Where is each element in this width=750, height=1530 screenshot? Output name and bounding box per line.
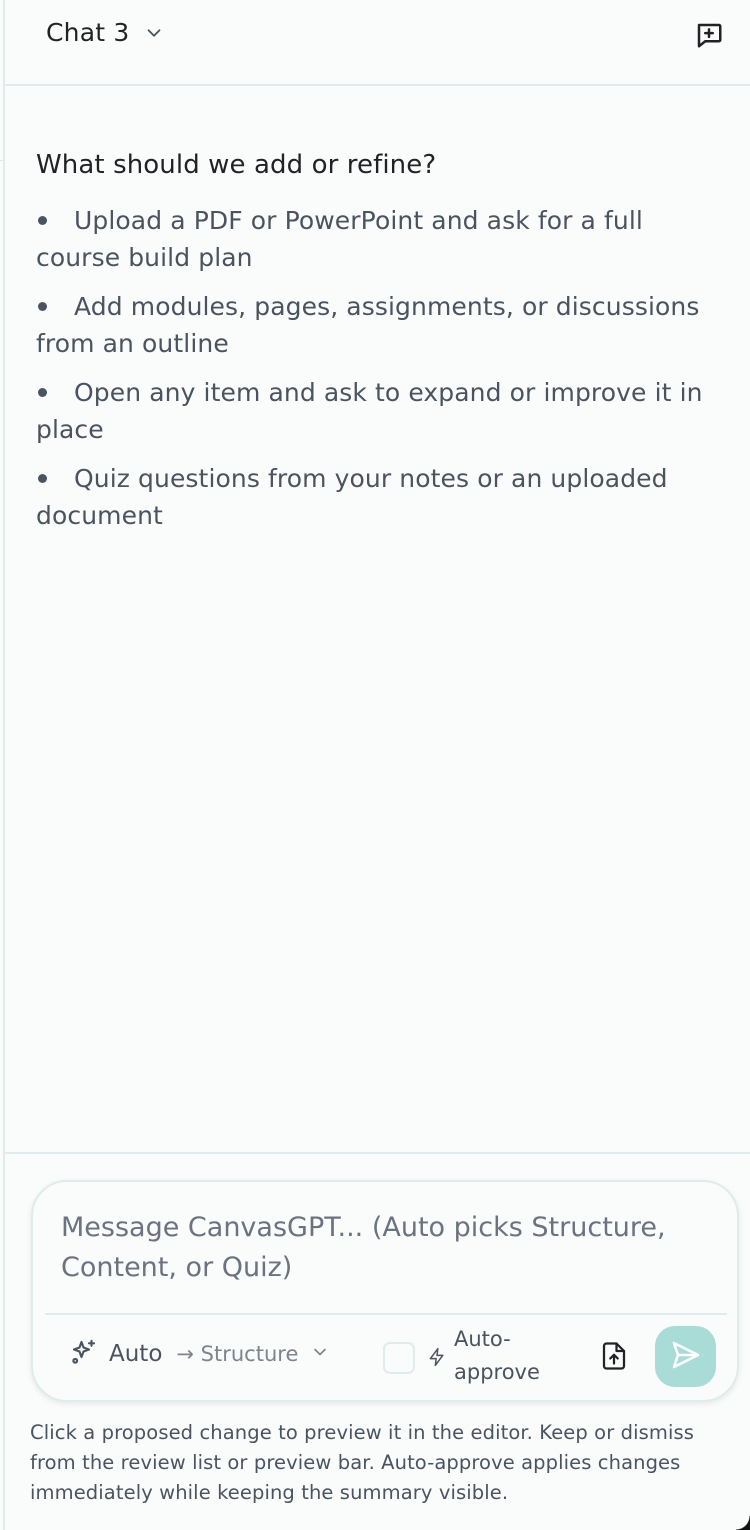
empty-state: What should we add or refine? Upload a P… <box>36 150 726 546</box>
suggestion-text: Open any item and ask to expand or impro… <box>36 378 703 444</box>
mode-selector[interactable]: Auto → Structure <box>69 1337 330 1371</box>
bullet <box>38 215 47 225</box>
bullet <box>38 387 47 397</box>
composer-zone: Auto → Structure Auto-approve <box>5 1152 750 1530</box>
suggestion-item: Upload a PDF or PowerPoint and ask for a… <box>36 202 726 276</box>
new-chat-button[interactable] <box>692 20 726 54</box>
bolt-icon <box>427 1345 447 1373</box>
message-input[interactable] <box>61 1208 701 1298</box>
help-text: Click a proposed change to preview it in… <box>30 1421 695 1504</box>
send-button[interactable] <box>655 1326 716 1387</box>
bullet <box>38 301 47 311</box>
bullet <box>38 473 47 483</box>
message-plus-icon <box>694 20 724 54</box>
composer-divider <box>45 1313 727 1315</box>
chat-selector[interactable]: Chat 3 <box>46 18 165 47</box>
suggestion-text: Add modules, pages, assignments, or disc… <box>36 292 700 358</box>
prompt-heading: What should we add or refine? <box>36 150 437 180</box>
suggestion-item: Quiz questions from your notes or an upl… <box>36 460 726 534</box>
chat-title: Chat 3 <box>46 18 130 47</box>
suggestion-item: Open any item and ask to expand or impro… <box>36 374 726 448</box>
auto-approve-label[interactable]: Auto-approve <box>454 1323 564 1389</box>
suggestion-text: Upload a PDF or PowerPoint and ask for a… <box>36 206 643 272</box>
mode-route: → Structure <box>176 1342 299 1366</box>
send-icon <box>670 1339 702 1374</box>
chat-panel: Chat 3 What should we add or refine? Upl… <box>3 0 750 1530</box>
file-upload-icon <box>599 1340 629 1376</box>
attach-file-button[interactable] <box>596 1339 632 1377</box>
chevron-down-icon <box>143 22 165 44</box>
chevron-down-icon <box>310 1342 330 1366</box>
sparkles-icon <box>69 1337 99 1371</box>
suggestion-item: Add modules, pages, assignments, or disc… <box>36 288 726 362</box>
chat-header: Chat 3 <box>5 0 750 86</box>
message-composer: Auto → Structure Auto-approve <box>31 1180 739 1402</box>
auto-approve-checkbox[interactable] <box>383 1342 415 1374</box>
mode-label: Auto <box>109 1341 163 1367</box>
window-corner <box>736 1516 750 1530</box>
suggestion-text: Quiz questions from your notes or an upl… <box>36 464 668 530</box>
suggestion-list: Upload a PDF or PowerPoint and ask for a… <box>36 202 726 534</box>
